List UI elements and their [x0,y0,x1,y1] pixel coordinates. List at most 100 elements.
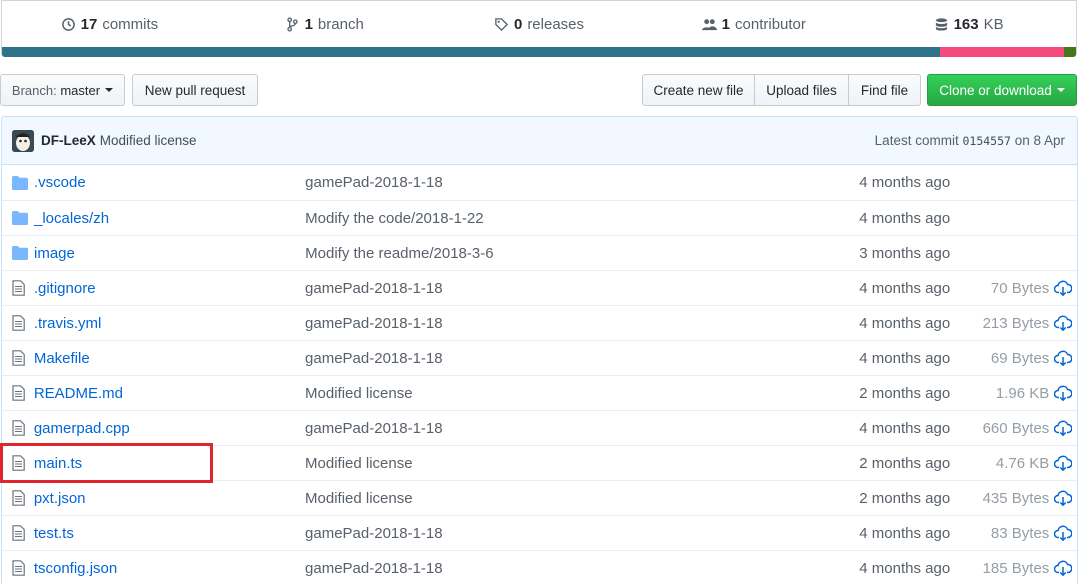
latest-commit-info: Latest commit 0154557 on 8 Apr [875,133,1065,148]
download-icon[interactable] [1049,315,1077,331]
download-icon[interactable] [1049,525,1077,541]
file-name-link[interactable]: gamerpad.cpp [34,420,305,437]
folder-icon [12,211,28,225]
folder-icon [12,175,28,190]
download-icon[interactable] [1049,455,1077,471]
contributor-count: 1 [721,15,731,33]
releases-label: releases [527,15,585,33]
download-icon[interactable] [1049,420,1077,436]
file-icon [12,420,28,436]
file-name-link[interactable]: tsconfig.json [34,560,305,577]
commit-message-link[interactable]: gamePad-2018-1-18 [305,350,859,367]
file-size: 1.96 KB [995,384,1050,402]
clone-label: Clone or download [939,82,1052,98]
file-size: 185 Bytes [982,559,1050,577]
file-row[interactable]: .gitignore gamePad-2018-1-18 4 months ago 7… [2,270,1077,305]
file-icon [12,350,28,366]
file-size: 660 Bytes [982,419,1050,437]
download-icon[interactable] [1049,560,1077,576]
branch-prefix: Branch: [11,82,57,98]
file-icon [12,315,28,331]
database-icon [935,17,947,31]
commit-message[interactable]: Modified license [100,133,197,148]
download-icon[interactable] [1049,385,1077,401]
branches-link[interactable]: 1 branch [217,16,432,33]
commit-message-link[interactable]: Modified license [305,490,859,507]
commit-message-link[interactable]: Modify the code/2018-1-22 [305,210,859,227]
file-list: .vscode gamePad-2018-1-18 4 months ago _loc… [2,165,1077,584]
branch-name: master [60,82,101,98]
file-navigation: Branch: master New pull request Create n… [0,74,1078,106]
new-pull-request-button[interactable]: New pull request [132,74,258,106]
file-row[interactable]: gamerpad.cpp gamePad-2018-1-18 4 months ag… [2,410,1077,445]
language-segment-cpp [939,47,1065,57]
file-size: 69 Bytes [990,349,1050,367]
file-size: 70 Bytes [990,279,1050,297]
file-icon [12,525,28,541]
commit-age: 2 months ago [859,384,951,402]
contributors-link[interactable]: 1 contributor [646,16,861,33]
commits-link[interactable]: 17 commits [2,16,217,33]
commit-message-link[interactable]: gamePad-2018-1-18 [305,525,859,542]
commit-sha[interactable]: 0154557 [962,134,1010,148]
commit-age: 4 months ago [859,314,951,332]
file-row[interactable]: .vscode gamePad-2018-1-18 4 months ago [2,165,1077,200]
commits-label: commits [102,15,159,33]
file-row[interactable]: pxt.json Modified license 2 months ago 435 … [2,480,1077,515]
file-row[interactable]: .travis.yml gamePad-2018-1-18 4 months ago… [2,305,1077,340]
file-row[interactable]: image Modify the readme/2018-3-6 3 months … [2,235,1077,270]
file-name-link[interactable]: .vscode [34,174,305,191]
commit-message-link[interactable]: gamePad-2018-1-18 [305,174,859,191]
folder-icon [12,246,28,260]
size-unit: KB [983,15,1004,33]
file-name-link[interactable]: README.md [34,385,305,402]
commit-message-link[interactable]: gamePad-2018-1-18 [305,420,859,437]
branch-label: branch [317,15,364,33]
clone-or-download-button[interactable]: Clone or download [927,74,1077,106]
commit-message-link[interactable]: gamePad-2018-1-18 [305,280,859,297]
caret-down-icon [105,88,114,92]
commit-age: 4 months ago [859,174,951,191]
download-icon[interactable] [1049,350,1077,366]
releases-link[interactable]: 0 releases [432,16,647,33]
download-icon[interactable] [1049,280,1077,296]
commit-message-link[interactable]: Modified license [305,455,859,472]
repo-size: 163 KB [861,16,1076,33]
file-name-link[interactable]: pxt.json [34,490,305,507]
commit-author[interactable]: DF-LeeX [41,133,96,148]
latest-commit-bar: DF-LeeX Modified license Latest commit 0… [2,117,1077,165]
commit-message-link[interactable]: Modified license [305,385,859,402]
download-icon[interactable] [1049,490,1077,506]
file-row[interactable]: test.ts gamePad-2018-1-18 4 months ago 83 B… [2,515,1077,550]
language-bar[interactable] [2,47,1076,57]
file-name-link[interactable]: _locales/zh [34,210,305,227]
repo-summary: 17 commits 1 branch 0 releases 1 contrib… [1,0,1077,57]
branch-count: 1 [304,15,313,33]
commit-age: 4 months ago [859,419,951,437]
upload-files-button[interactable]: Upload files [754,74,849,106]
file-icon [12,560,28,576]
releases-count: 0 [513,15,523,33]
create-new-file-button[interactable]: Create new file [642,74,755,106]
commit-date: on 8 Apr [1014,133,1065,148]
find-file-button[interactable]: Find file [848,74,921,106]
latest-commit-prefix: Latest commit [874,133,959,148]
file-name-link[interactable]: .gitignore [34,280,305,297]
commit-message-link[interactable]: Modify the readme/2018-3-6 [305,245,859,262]
caret-down-icon [1056,88,1065,92]
file-name-link[interactable]: test.ts [34,525,305,542]
branch-select-button[interactable]: Branch: master [0,74,125,106]
tag-icon [495,17,509,31]
avatar[interactable] [12,129,34,152]
commit-message-link[interactable]: gamePad-2018-1-18 [305,560,859,577]
commit-message-link[interactable]: gamePad-2018-1-18 [305,315,859,332]
file-size: 435 Bytes [982,489,1050,507]
file-row[interactable]: _locales/zh Modify the code/2018-1-22 4 mo… [2,200,1077,235]
commit-age: 2 months ago [859,454,951,472]
file-name-link[interactable]: .travis.yml [34,315,305,332]
file-name-link[interactable]: Makefile [34,350,305,367]
file-row[interactable]: tsconfig.json gamePad-2018-1-18 4 months a… [2,550,1077,584]
file-row[interactable]: README.md Modified license 2 months ago 1.9… [2,375,1077,410]
file-row[interactable]: Makefile gamePad-2018-1-18 4 months ago 69 … [2,340,1077,375]
file-name-link[interactable]: image [34,245,305,262]
